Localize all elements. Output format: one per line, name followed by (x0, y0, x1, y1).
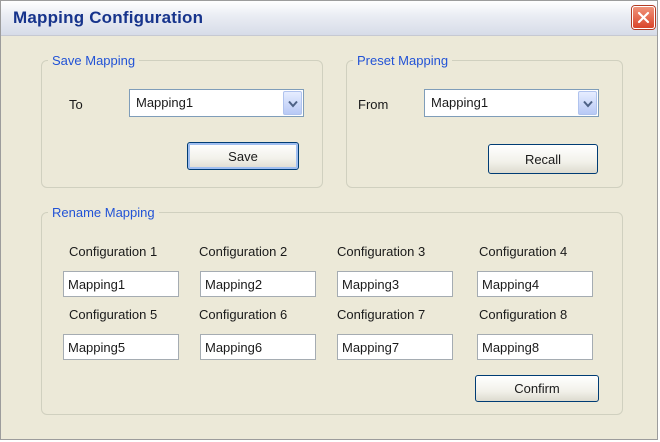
chevron-down-icon (583, 100, 593, 108)
from-label: From (358, 97, 389, 112)
configuration-label-5: Configuration 5 (69, 307, 158, 322)
save-mapping-dropdown-button[interactable] (283, 91, 302, 115)
confirm-button[interactable]: Confirm (475, 375, 599, 402)
close-button[interactable] (632, 6, 655, 29)
window-title: Mapping Configuration (13, 8, 204, 27)
rename-mapping-legend: Rename Mapping (52, 205, 155, 220)
save-mapping-selected: Mapping1 (136, 95, 194, 110)
configuration-label-1: Configuration 1 (69, 244, 158, 259)
save-button[interactable]: Save (187, 142, 299, 170)
to-label: To (69, 97, 83, 112)
configuration-label-6: Configuration 6 (199, 307, 288, 322)
dialog-window: Mapping Configuration Save Mapping To Ma… (0, 0, 658, 440)
configuration-3-input[interactable] (337, 271, 453, 297)
configuration-label-2: Configuration 2 (199, 244, 288, 259)
close-icon (637, 11, 650, 24)
preset-mapping-selected: Mapping1 (431, 95, 489, 110)
preset-mapping-dropdown-button[interactable] (578, 91, 597, 115)
save-mapping-legend: Save Mapping (52, 53, 136, 68)
configuration-label-7: Configuration 7 (337, 307, 426, 322)
configuration-2-input[interactable] (200, 271, 316, 297)
configuration-7-input[interactable] (337, 334, 453, 360)
configuration-4-input[interactable] (477, 271, 593, 297)
title-bar[interactable]: Mapping Configuration (1, 1, 657, 36)
configuration-label-3: Configuration 3 (337, 244, 426, 259)
save-mapping-select[interactable]: Mapping1 (129, 89, 304, 117)
configuration-label-8: Configuration 8 (479, 307, 568, 322)
recall-button[interactable]: Recall (488, 144, 598, 174)
configuration-5-input[interactable] (63, 334, 179, 360)
configuration-8-input[interactable] (477, 334, 593, 360)
preset-mapping-legend: Preset Mapping (357, 53, 449, 68)
configuration-6-input[interactable] (200, 334, 316, 360)
preset-mapping-select[interactable]: Mapping1 (424, 89, 599, 117)
configuration-label-4: Configuration 4 (479, 244, 568, 259)
chevron-down-icon (288, 100, 298, 108)
configuration-1-input[interactable] (63, 271, 179, 297)
